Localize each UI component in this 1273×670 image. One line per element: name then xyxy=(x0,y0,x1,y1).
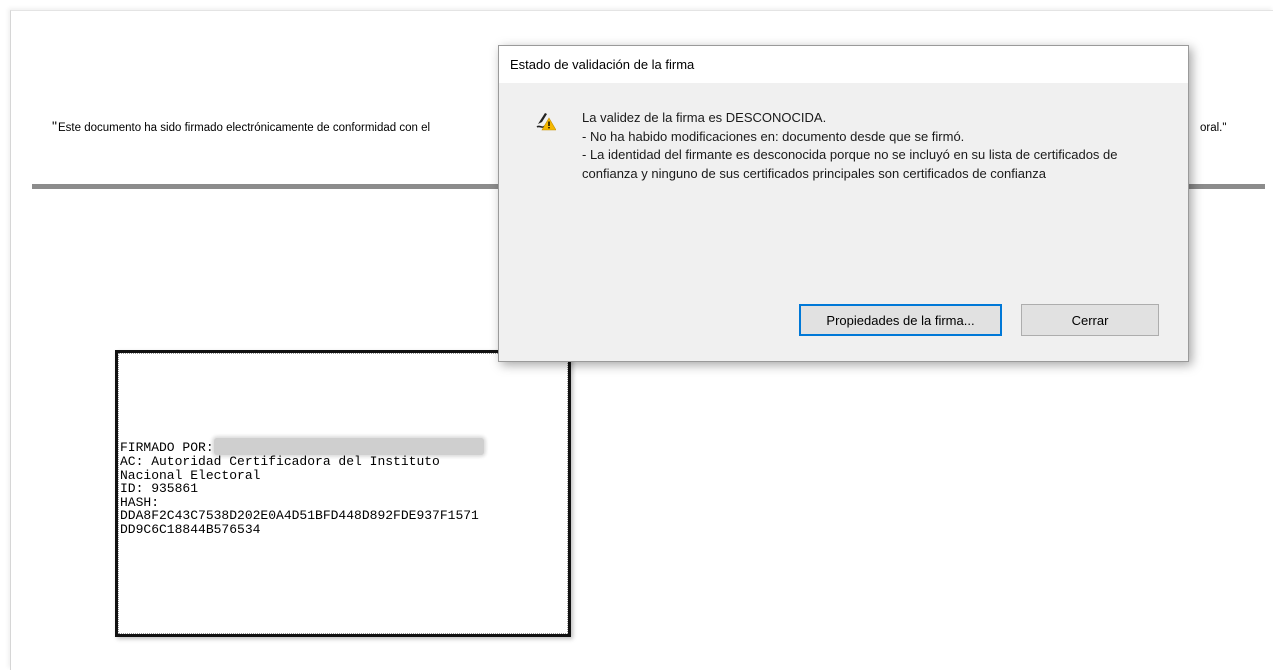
validity-line: La validez de la firma es DESCONOCIDA. xyxy=(582,110,827,125)
redacted-signer-name xyxy=(213,438,484,455)
dialog-title: Estado de validación de la firma xyxy=(499,46,1188,83)
statement-text: Este documento ha sido firmado electróni… xyxy=(57,122,431,134)
identity-line: - La identidad del firmante es desconoci… xyxy=(582,147,1118,181)
signature-validation-dialog: Estado de validación de la firma La vali… xyxy=(498,45,1189,362)
open-quote: " xyxy=(52,118,57,134)
signature-block[interactable]: FIRMADO POR: AC: Autoridad Certificadora… xyxy=(115,350,571,637)
signed-by-label: FIRMADO POR: xyxy=(120,440,214,455)
close-button[interactable]: Cerrar xyxy=(1021,304,1159,336)
signature-text: FIRMADO POR: AC: Autoridad Certificadora… xyxy=(120,438,484,537)
signature-properties-button[interactable]: Propiedades de la firma... xyxy=(799,304,1002,336)
dialog-message: La validez de la firma es DESCONOCIDA. -… xyxy=(582,109,1142,183)
hash-value-2: DD9C6C18844B576534 xyxy=(120,521,261,537)
document-statement-end: oral." xyxy=(1200,122,1227,134)
modifications-line: - No ha habido modificaciones en: docume… xyxy=(582,128,965,144)
document-statement: "Este documento ha sido firmado electrón… xyxy=(52,118,431,138)
signature-warning-icon xyxy=(536,113,556,131)
